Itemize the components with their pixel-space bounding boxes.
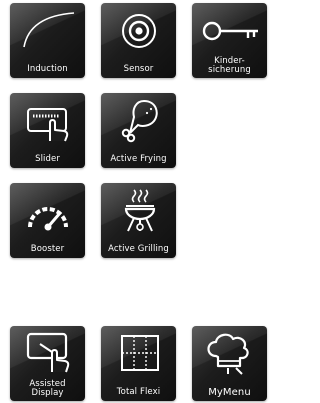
tile-label: Active Grilling — [108, 244, 169, 254]
tile-label: Active Frying — [110, 154, 167, 164]
total-flexi-tile[interactable]: Total Flexi — [101, 326, 176, 401]
sensor-icon — [101, 7, 176, 53]
active-grilling-tile[interactable]: Active Grilling — [101, 183, 176, 258]
mymenu-tile[interactable]: MyMenu — [192, 326, 267, 401]
tile-label: Booster — [30, 244, 65, 254]
grill-icon — [101, 187, 176, 233]
tile-label: MyMenu — [208, 387, 251, 398]
tile-label: Slider — [35, 154, 60, 164]
touch-display-icon — [10, 328, 85, 374]
key-icon — [192, 7, 267, 53]
booster-tile[interactable]: Booster — [10, 183, 85, 258]
tile-label: Sensor — [123, 64, 154, 74]
flexi-zone-icon — [101, 330, 176, 376]
chef-hat-icon — [192, 330, 267, 376]
tile-label: Induction — [27, 64, 68, 74]
tile-label: Kinder- sicherung — [208, 56, 251, 75]
slider-touch-icon — [10, 97, 85, 143]
sensor-tile[interactable]: Sensor — [101, 3, 176, 78]
tile-label: Total Flexi — [116, 387, 161, 397]
induction-icon — [10, 7, 85, 53]
active-frying-tile[interactable]: Active Frying — [101, 93, 176, 168]
gauge-icon — [10, 187, 85, 233]
tile-label: Assisted Display — [29, 379, 66, 398]
assisted-display-tile[interactable]: Assisted Display — [10, 326, 85, 401]
child-lock-tile[interactable]: Kinder- sicherung — [192, 3, 267, 78]
slider-tile[interactable]: Slider — [10, 93, 85, 168]
induction-tile[interactable]: Induction — [10, 3, 85, 78]
chicken-leg-icon — [101, 97, 176, 143]
